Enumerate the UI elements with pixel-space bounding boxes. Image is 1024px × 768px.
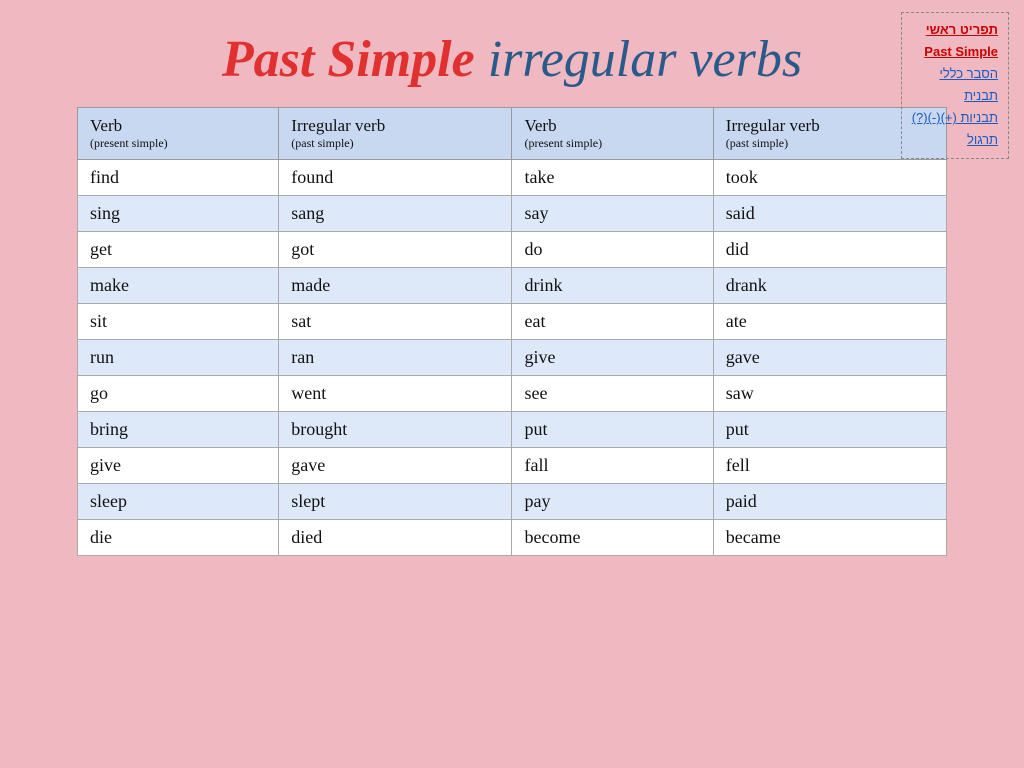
table-cell-4-1: sat	[279, 304, 512, 340]
title-part1: Past Simple	[222, 31, 475, 88]
header-col-1: Verb (present simple)	[78, 108, 279, 160]
nav-item-patterns[interactable]: תבניות (+)(-)(?)‎	[912, 107, 998, 129]
table-cell-1-2: say	[512, 196, 713, 232]
table-cell-3-2: drink	[512, 268, 713, 304]
header-col-2: Irregular verb (past simple)	[279, 108, 512, 160]
table-row: makemadedrinkdrank	[78, 268, 947, 304]
table-cell-2-0: get	[78, 232, 279, 268]
table-cell-4-0: sit	[78, 304, 279, 340]
table-row: getgotdodid	[78, 232, 947, 268]
table-cell-1-3: said	[713, 196, 946, 232]
table-row: findfoundtaketook	[78, 160, 947, 196]
nav-item-main[interactable]: תפריט ראשי	[912, 19, 998, 41]
table-cell-3-0: make	[78, 268, 279, 304]
table-cell-10-1: died	[279, 520, 512, 556]
table-cell-5-0: run	[78, 340, 279, 376]
table-cell-5-3: gave	[713, 340, 946, 376]
table-row: runrangivegave	[78, 340, 947, 376]
table-row: givegavefallfell	[78, 448, 947, 484]
table-cell-6-2: see	[512, 376, 713, 412]
table-cell-9-0: sleep	[78, 484, 279, 520]
table-cell-6-0: go	[78, 376, 279, 412]
table-cell-4-3: ate	[713, 304, 946, 340]
table-row: singsangsaysaid	[78, 196, 947, 232]
table-cell-5-2: give	[512, 340, 713, 376]
table-cell-7-0: bring	[78, 412, 279, 448]
nav-box: תפריט ראשי Past Simple הסבר כללי תבנית ת…	[901, 12, 1009, 159]
table-row: bringbroughtputput	[78, 412, 947, 448]
table-cell-0-3: took	[713, 160, 946, 196]
table-cell-2-1: got	[279, 232, 512, 268]
table-cell-0-0: find	[78, 160, 279, 196]
nav-item-practice[interactable]: תרגול	[912, 129, 998, 151]
table-cell-5-1: ran	[279, 340, 512, 376]
header-col-3: Verb (present simple)	[512, 108, 713, 160]
table-cell-9-1: slept	[279, 484, 512, 520]
title-area: Past Simple irregular verbs	[30, 20, 994, 89]
table-cell-7-2: put	[512, 412, 713, 448]
table-cell-10-0: die	[78, 520, 279, 556]
table-cell-10-3: became	[713, 520, 946, 556]
table-cell-8-0: give	[78, 448, 279, 484]
table-cell-2-3: did	[713, 232, 946, 268]
table-cell-6-1: went	[279, 376, 512, 412]
table-cell-7-3: put	[713, 412, 946, 448]
table-cell-6-3: saw	[713, 376, 946, 412]
table-cell-9-2: pay	[512, 484, 713, 520]
table-row: sleepsleptpaypaid	[78, 484, 947, 520]
table-cell-8-3: fell	[713, 448, 946, 484]
table-cell-9-3: paid	[713, 484, 946, 520]
nav-item-general[interactable]: הסבר כללי	[912, 63, 998, 85]
table-cell-3-3: drank	[713, 268, 946, 304]
nav-item-past-simple[interactable]: Past Simple	[912, 41, 998, 63]
table-cell-1-1: sang	[279, 196, 512, 232]
table-cell-1-0: sing	[78, 196, 279, 232]
table-cell-8-1: gave	[279, 448, 512, 484]
table-cell-10-2: become	[512, 520, 713, 556]
verb-table: Verb (present simple) Irregular verb (pa…	[77, 107, 947, 556]
table-row: sitsateatate	[78, 304, 947, 340]
table-row: diediedbecomebecame	[78, 520, 947, 556]
nav-item-template[interactable]: תבנית	[912, 85, 998, 107]
table-cell-0-1: found	[279, 160, 512, 196]
table-cell-7-1: brought	[279, 412, 512, 448]
table-row: gowentseesaw	[78, 376, 947, 412]
table-cell-8-2: fall	[512, 448, 713, 484]
table-cell-2-2: do	[512, 232, 713, 268]
table-header-row: Verb (present simple) Irregular verb (pa…	[78, 108, 947, 160]
table-cell-0-2: take	[512, 160, 713, 196]
title-part2: irregular verbs	[475, 31, 802, 88]
table-cell-3-1: made	[279, 268, 512, 304]
table-cell-4-2: eat	[512, 304, 713, 340]
page-container: תפריט ראשי Past Simple הסבר כללי תבנית ת…	[0, 0, 1024, 768]
